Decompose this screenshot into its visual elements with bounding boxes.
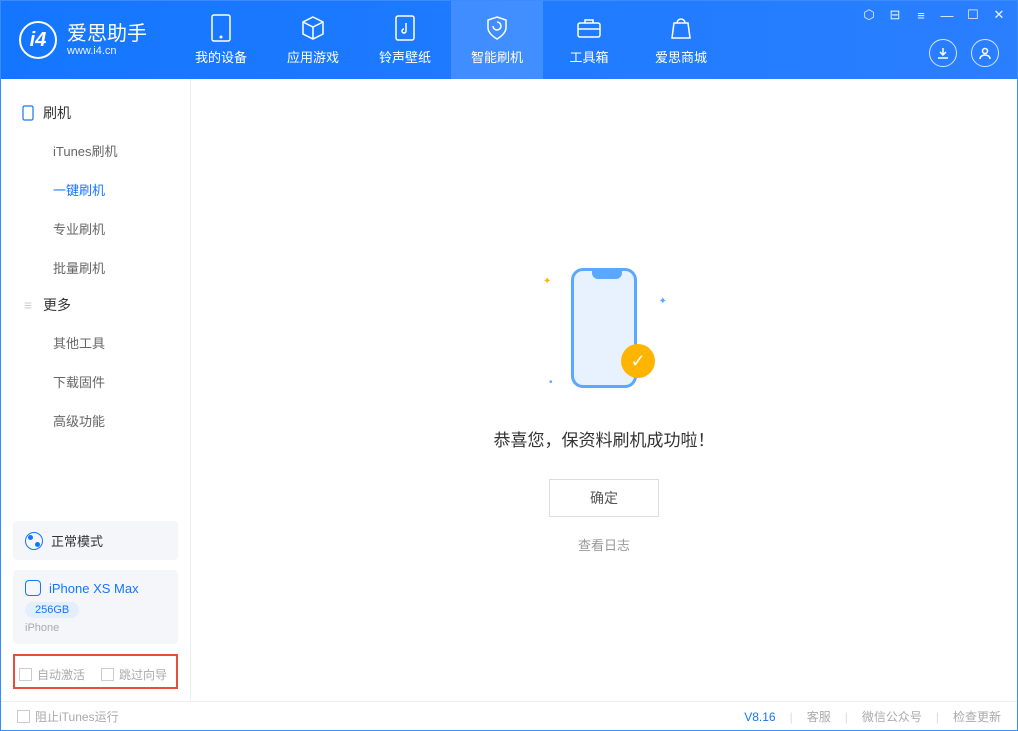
sparkle-icon: • bbox=[549, 377, 553, 388]
user-button[interactable] bbox=[971, 39, 999, 67]
sidebar-item-advanced[interactable]: 高级功能 bbox=[1, 401, 190, 440]
footer-link-update[interactable]: 检查更新 bbox=[953, 708, 1001, 725]
view-log-link[interactable]: 查看日志 bbox=[578, 535, 630, 554]
toolbox-icon bbox=[576, 15, 602, 41]
sidebar-item-download-fw[interactable]: 下载固件 bbox=[1, 362, 190, 401]
device-capacity: 256GB bbox=[25, 602, 79, 618]
nav-label: 爱思商城 bbox=[655, 47, 707, 66]
device-card[interactable]: iPhone XS Max 256GB iPhone bbox=[13, 570, 178, 644]
menu-icon[interactable]: ≡ bbox=[913, 7, 929, 23]
nav-label: 我的设备 bbox=[195, 47, 247, 66]
bag-icon bbox=[668, 15, 694, 41]
footer-link-wechat[interactable]: 微信公众号 bbox=[862, 708, 922, 725]
sidebar-item-oneclick-flash[interactable]: 一键刷机 bbox=[1, 170, 190, 209]
shirt-icon[interactable]: ⬡ bbox=[861, 7, 877, 23]
ok-button[interactable]: 确定 bbox=[549, 479, 659, 517]
window-controls: ⬡ ⊟ ≡ — ☐ ✕ bbox=[861, 7, 1007, 23]
device-icon bbox=[25, 580, 41, 596]
sidebar-item-other-tools[interactable]: 其他工具 bbox=[1, 323, 190, 362]
nav-my-device[interactable]: 我的设备 bbox=[175, 1, 267, 79]
minimize-button[interactable]: — bbox=[939, 7, 955, 23]
app-title: 爱思助手 bbox=[67, 23, 147, 45]
mode-icon bbox=[25, 532, 43, 550]
nav-label: 应用游戏 bbox=[287, 47, 339, 66]
nav-smart-flash[interactable]: 智能刷机 bbox=[451, 1, 543, 79]
close-button[interactable]: ✕ bbox=[991, 7, 1007, 23]
music-file-icon bbox=[392, 15, 418, 41]
device-icon bbox=[208, 15, 234, 41]
main-content: ✦ ✦ • ✓ 恭喜您，保资料刷机成功啦！ 确定 查看日志 bbox=[191, 79, 1017, 701]
header-right-buttons bbox=[929, 39, 999, 67]
nav-tabs: 我的设备 应用游戏 铃声壁纸 智能刷机 工具箱 爱思商城 bbox=[175, 1, 727, 79]
checkbox-block-itunes[interactable]: 阻止iTunes运行 bbox=[17, 708, 119, 725]
nav-ringtones[interactable]: 铃声壁纸 bbox=[359, 1, 451, 79]
sidebar: 刷机 iTunes刷机 一键刷机 专业刷机 批量刷机 ≡ 更多 其他工具 下载固… bbox=[1, 79, 191, 701]
mode-card[interactable]: 正常模式 bbox=[13, 521, 178, 560]
maximize-button[interactable]: ☐ bbox=[965, 7, 981, 23]
nav-apps-games[interactable]: 应用游戏 bbox=[267, 1, 359, 79]
phone-icon bbox=[21, 106, 35, 120]
checkbox-icon bbox=[17, 710, 30, 723]
success-illustration: ✦ ✦ • ✓ bbox=[539, 266, 669, 396]
footer-link-support[interactable]: 客服 bbox=[807, 708, 831, 725]
check-badge-icon: ✓ bbox=[621, 344, 655, 378]
mode-label: 正常模式 bbox=[51, 531, 103, 550]
sidebar-item-pro-flash[interactable]: 专业刷机 bbox=[1, 209, 190, 248]
sidebar-item-itunes-flash[interactable]: iTunes刷机 bbox=[1, 131, 190, 170]
sidebar-section-more: ≡ 更多 bbox=[1, 287, 190, 323]
sidebar-section-flash: 刷机 bbox=[1, 95, 190, 131]
sparkle-icon: ✦ bbox=[659, 296, 667, 307]
lock-icon[interactable]: ⊟ bbox=[887, 7, 903, 23]
app-header: i4 爱思助手 www.i4.cn 我的设备 应用游戏 铃声壁纸 智能刷机 工具… bbox=[1, 1, 1017, 79]
nav-label: 铃声壁纸 bbox=[379, 47, 431, 66]
nav-label: 工具箱 bbox=[569, 47, 608, 66]
sidebar-item-batch-flash[interactable]: 批量刷机 bbox=[1, 248, 190, 287]
checkbox-auto-activate[interactable]: 自动激活 bbox=[19, 666, 85, 683]
highlighted-options: 自动激活 跳过向导 bbox=[13, 654, 178, 689]
logo-icon: i4 bbox=[19, 21, 57, 59]
download-button[interactable] bbox=[929, 39, 957, 67]
shield-icon bbox=[484, 15, 510, 41]
cube-icon bbox=[300, 15, 326, 41]
app-subtitle: www.i4.cn bbox=[67, 45, 147, 57]
device-name: iPhone XS Max bbox=[49, 581, 139, 596]
sparkle-icon: ✦ bbox=[543, 276, 551, 287]
success-message: 恭喜您，保资料刷机成功啦！ bbox=[494, 426, 715, 451]
nav-store[interactable]: 爱思商城 bbox=[635, 1, 727, 79]
nav-label: 智能刷机 bbox=[471, 47, 523, 66]
checkbox-icon bbox=[101, 668, 114, 681]
nav-toolbox[interactable]: 工具箱 bbox=[543, 1, 635, 79]
footer: 阻止iTunes运行 V8.16 | 客服 | 微信公众号 | 检查更新 bbox=[1, 701, 1017, 731]
version-label: V8.16 bbox=[744, 710, 775, 724]
checkbox-icon bbox=[19, 668, 32, 681]
checkbox-skip-guide[interactable]: 跳过向导 bbox=[101, 666, 167, 683]
device-type: iPhone bbox=[25, 622, 166, 634]
logo-area: i4 爱思助手 www.i4.cn bbox=[1, 21, 165, 59]
list-icon: ≡ bbox=[21, 298, 35, 312]
